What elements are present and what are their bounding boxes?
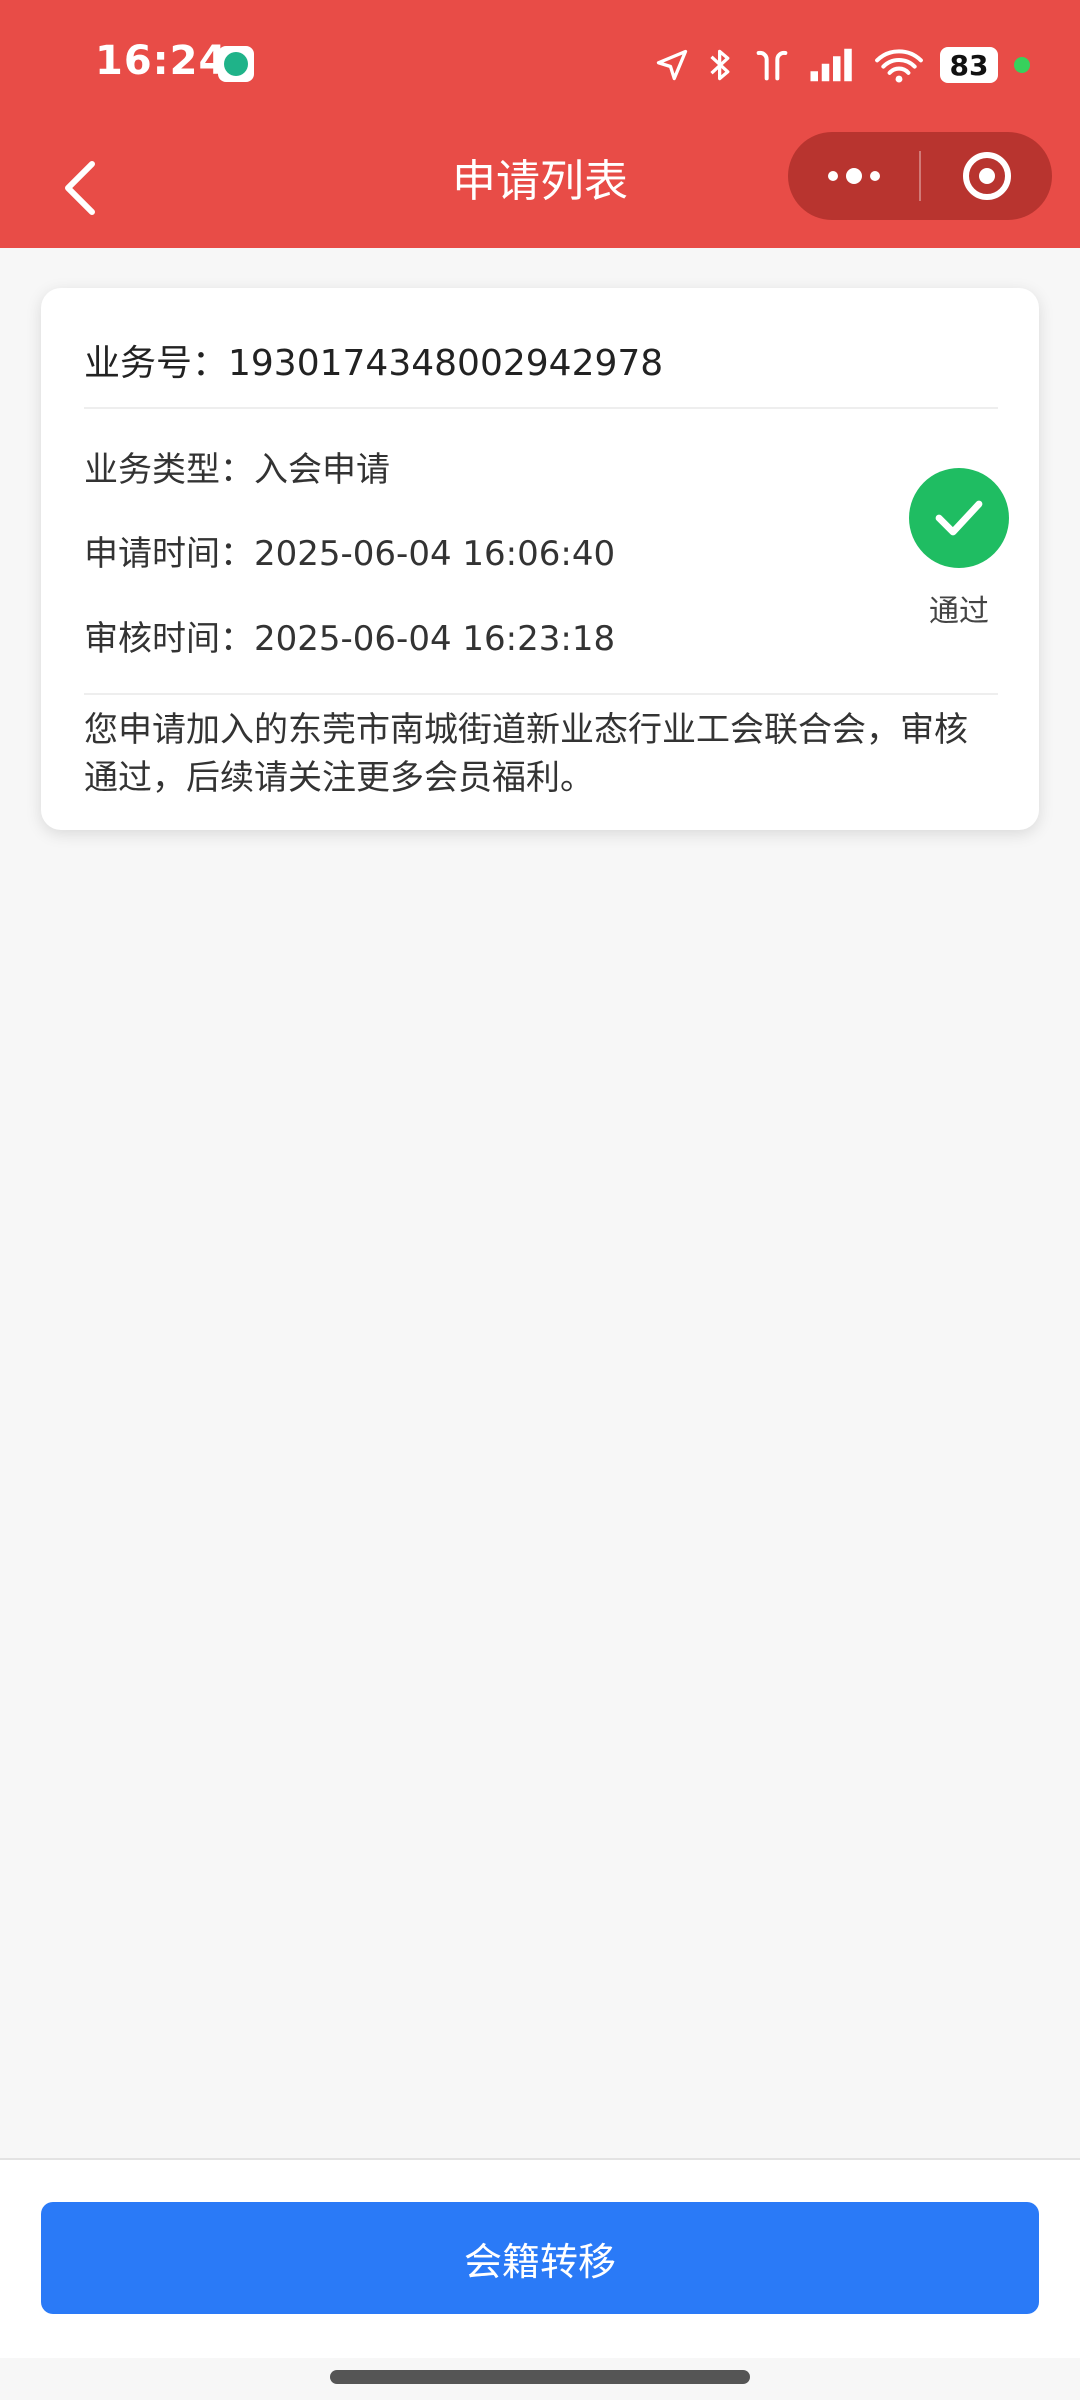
status-label: 通过	[929, 594, 989, 629]
miniprogram-capsule	[788, 132, 1052, 220]
business-number: 业务号：1930174348002942978	[84, 343, 664, 384]
battery-icon: 83	[940, 47, 998, 83]
wifi-icon	[875, 49, 923, 83]
review-message: 您申请加入的东莞市南城街道新业态行业工会联合会，审核通过，后续请关注更多会员福利…	[84, 710, 968, 798]
home-indicator[interactable]	[330, 2370, 750, 2384]
more-button[interactable]	[788, 132, 919, 220]
bluetooth-icon	[710, 49, 730, 81]
app-notification-icon	[218, 46, 254, 82]
status-time: 16:24	[95, 38, 228, 84]
card-divider	[84, 693, 998, 695]
check-circle-icon	[909, 468, 1009, 568]
application-card[interactable]: 业务号：1930174348002942978 业务类型：入会申请 申请时间：2…	[41, 288, 1039, 830]
apply-time: 申请时间：2025-06-04 16:06:40	[84, 534, 616, 574]
location-icon	[656, 49, 688, 81]
target-icon	[962, 152, 1011, 200]
nav-bar: 申请列表	[0, 128, 1080, 248]
bottom-action-bar: 会籍转移	[0, 2158, 1080, 2358]
business-type: 业务类型：入会申请	[84, 450, 390, 490]
more-dots-icon	[827, 168, 880, 184]
status-icons: 83	[654, 40, 1030, 90]
review-time: 审核时间：2025-06-04 16:23:18	[84, 619, 616, 659]
privacy-indicator-dot	[1014, 57, 1030, 73]
status-indicator: 通过	[899, 468, 1019, 630]
card-divider	[84, 407, 998, 409]
membership-transfer-button[interactable]: 会籍转移	[41, 2202, 1039, 2314]
status-bar: 16:24 83	[0, 0, 1080, 128]
earbuds-icon	[756, 50, 788, 81]
signal-icon	[810, 48, 852, 82]
close-miniprogram-button[interactable]	[921, 132, 1052, 220]
